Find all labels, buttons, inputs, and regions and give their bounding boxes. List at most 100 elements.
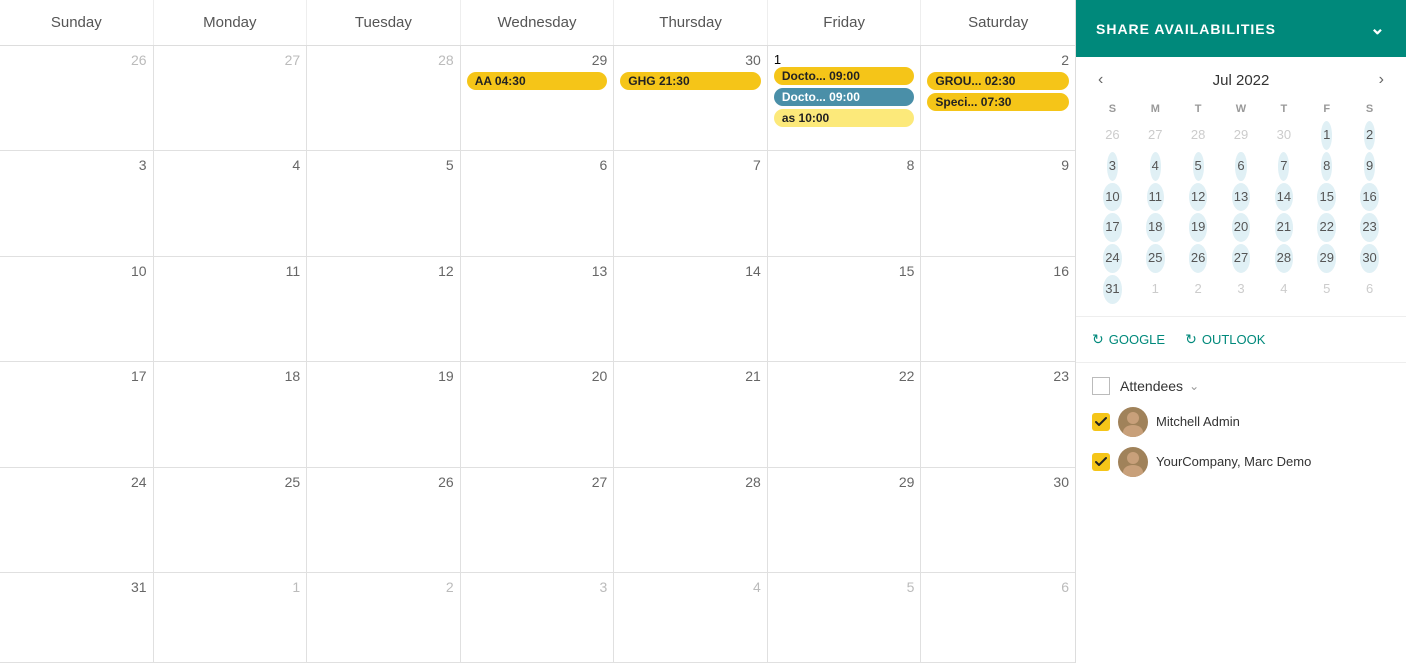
mini-calendar-day[interactable]: 3 <box>1235 275 1246 304</box>
cal-cell[interactable]: 11 <box>154 257 308 362</box>
mini-calendar-day[interactable]: 23 <box>1360 213 1378 242</box>
cal-cell[interactable]: 17 <box>0 362 154 467</box>
mini-calendar-day[interactable]: 14 <box>1275 183 1293 212</box>
cal-cell[interactable]: 8 <box>768 151 922 256</box>
mini-calendar-day[interactable]: 2 <box>1364 121 1375 150</box>
cal-cell[interactable]: 28 <box>307 46 461 151</box>
mini-calendar-day[interactable]: 9 <box>1364 152 1375 181</box>
mini-calendar-day[interactable]: 1 <box>1321 121 1332 150</box>
mini-calendar-day[interactable]: 1 <box>1150 275 1161 304</box>
mini-calendar-day[interactable]: 2 <box>1193 275 1204 304</box>
mini-calendar-day[interactable]: 15 <box>1317 183 1335 212</box>
mini-calendar-day[interactable]: 18 <box>1146 213 1164 242</box>
cal-cell[interactable]: 26 <box>307 468 461 573</box>
cal-cell[interactable]: 9 <box>921 151 1075 256</box>
mini-calendar-day[interactable]: 10 <box>1103 183 1121 212</box>
google-sync-link[interactable]: ↻ GOOGLE <box>1092 331 1165 348</box>
cal-cell[interactable]: 4 <box>154 151 308 256</box>
mini-calendar-day[interactable]: 4 <box>1150 152 1161 181</box>
cal-cell[interactable]: 2GROU... 02:30Speci... 07:30 <box>921 46 1075 151</box>
cal-cell[interactable]: 3 <box>461 573 615 663</box>
cal-cell[interactable]: 2 <box>307 573 461 663</box>
cal-cell[interactable]: 28 <box>614 468 768 573</box>
mini-calendar-day[interactable]: 3 <box>1107 152 1118 181</box>
outlook-sync-link[interactable]: ↻ OUTLOOK <box>1185 331 1265 348</box>
cal-cell[interactable]: 30GHG 21:30 <box>614 46 768 151</box>
cal-cell[interactable]: 19 <box>307 362 461 467</box>
mini-calendar-day[interactable]: 26 <box>1103 121 1121 150</box>
mini-calendar-day[interactable]: 5 <box>1321 275 1332 304</box>
cal-cell[interactable]: 31 <box>0 573 154 663</box>
mini-calendar-day[interactable]: 20 <box>1232 213 1250 242</box>
mini-calendar-day[interactable]: 26 <box>1189 244 1207 273</box>
mini-calendar-day[interactable]: 28 <box>1189 121 1207 150</box>
mini-calendar-day[interactable]: 19 <box>1189 213 1207 242</box>
mini-calendar-day[interactable]: 13 <box>1232 183 1250 212</box>
mini-calendar-day[interactable]: 29 <box>1232 121 1250 150</box>
cal-cell[interactable]: 10 <box>0 257 154 362</box>
mini-calendar-day[interactable]: 6 <box>1235 152 1246 181</box>
cal-cell[interactable]: 1 <box>154 573 308 663</box>
attendees-checkbox[interactable] <box>1092 377 1110 395</box>
cal-cell[interactable]: 30 <box>921 468 1075 573</box>
mini-calendar-day[interactable]: 5 <box>1193 152 1204 181</box>
mini-calendar-day[interactable]: 12 <box>1189 183 1207 212</box>
mini-calendar-day[interactable]: 27 <box>1146 121 1164 150</box>
mini-calendar-day[interactable]: 8 <box>1321 152 1332 181</box>
mini-calendar-day[interactable]: 4 <box>1278 275 1289 304</box>
mini-calendar-day[interactable]: 24 <box>1103 244 1121 273</box>
calendar-event[interactable]: as 10:00 <box>774 109 915 127</box>
cal-cell[interactable]: 29 <box>768 468 922 573</box>
cal-cell[interactable]: 12 <box>307 257 461 362</box>
cal-cell[interactable]: 18 <box>154 362 308 467</box>
mini-calendar-day[interactable]: 17 <box>1103 213 1121 242</box>
calendar-event[interactable]: Docto... 09:00 <box>774 67 915 85</box>
cal-cell[interactable]: 7 <box>614 151 768 256</box>
cal-cell[interactable]: 25 <box>154 468 308 573</box>
cal-cell[interactable]: 27 <box>154 46 308 151</box>
cal-cell[interactable]: 14 <box>614 257 768 362</box>
cal-cell[interactable]: 20 <box>461 362 615 467</box>
mini-calendar-day[interactable]: 7 <box>1278 152 1289 181</box>
cal-cell[interactable]: 4 <box>614 573 768 663</box>
cal-cell[interactable]: 13 <box>461 257 615 362</box>
attendees-header[interactable]: Attendees ⌄ <box>1092 377 1390 395</box>
share-availabilities-button[interactable]: SHARE AVAILABILITIES ⌄ <box>1076 0 1406 57</box>
mini-calendar-day[interactable]: 30 <box>1360 244 1378 273</box>
cal-cell[interactable]: 3 <box>0 151 154 256</box>
calendar-event[interactable]: GROU... 02:30 <box>927 72 1069 90</box>
attendee-checkbox[interactable] <box>1092 413 1110 431</box>
cal-cell[interactable]: 5 <box>768 573 922 663</box>
cal-cell[interactable]: 21 <box>614 362 768 467</box>
mini-calendar-day[interactable]: 11 <box>1147 183 1165 212</box>
calendar-event[interactable]: GHG 21:30 <box>620 72 761 90</box>
cal-cell[interactable]: 16 <box>921 257 1075 362</box>
prev-month-button[interactable]: ‹ <box>1092 69 1109 91</box>
next-month-button[interactable]: › <box>1373 69 1390 91</box>
mini-calendar-day[interactable]: 21 <box>1275 213 1293 242</box>
mini-calendar-day[interactable]: 28 <box>1275 244 1293 273</box>
cal-cell[interactable]: 27 <box>461 468 615 573</box>
cal-cell[interactable]: 24 <box>0 468 154 573</box>
calendar-event[interactable]: Speci... 07:30 <box>927 93 1069 111</box>
cal-cell[interactable]: 29AA 04:30 <box>461 46 615 151</box>
cal-cell[interactable]: 23 <box>921 362 1075 467</box>
mini-calendar-day[interactable]: 25 <box>1146 244 1164 273</box>
mini-calendar-day[interactable]: 27 <box>1232 244 1250 273</box>
mini-calendar-day[interactable]: 22 <box>1317 213 1335 242</box>
cal-cell[interactable]: 6 <box>461 151 615 256</box>
attendee-checkbox[interactable] <box>1092 453 1110 471</box>
cal-cell[interactable]: 6 <box>921 573 1075 663</box>
calendar-event[interactable]: Docto... 09:00 <box>774 88 915 106</box>
cal-cell[interactable]: 1Docto... 09:00Docto... 09:00as 10:00 <box>768 46 922 151</box>
cal-cell[interactable]: 26 <box>0 46 154 151</box>
mini-calendar-day[interactable]: 6 <box>1364 275 1375 304</box>
mini-calendar-day[interactable]: 16 <box>1360 183 1378 212</box>
cal-cell[interactable]: 5 <box>307 151 461 256</box>
mini-calendar-day[interactable]: 30 <box>1275 121 1293 150</box>
calendar-event[interactable]: AA 04:30 <box>467 72 608 90</box>
cal-cell[interactable]: 22 <box>768 362 922 467</box>
mini-calendar-day[interactable]: 31 <box>1103 275 1121 304</box>
mini-calendar-day[interactable]: 29 <box>1317 244 1335 273</box>
cal-cell[interactable]: 15 <box>768 257 922 362</box>
